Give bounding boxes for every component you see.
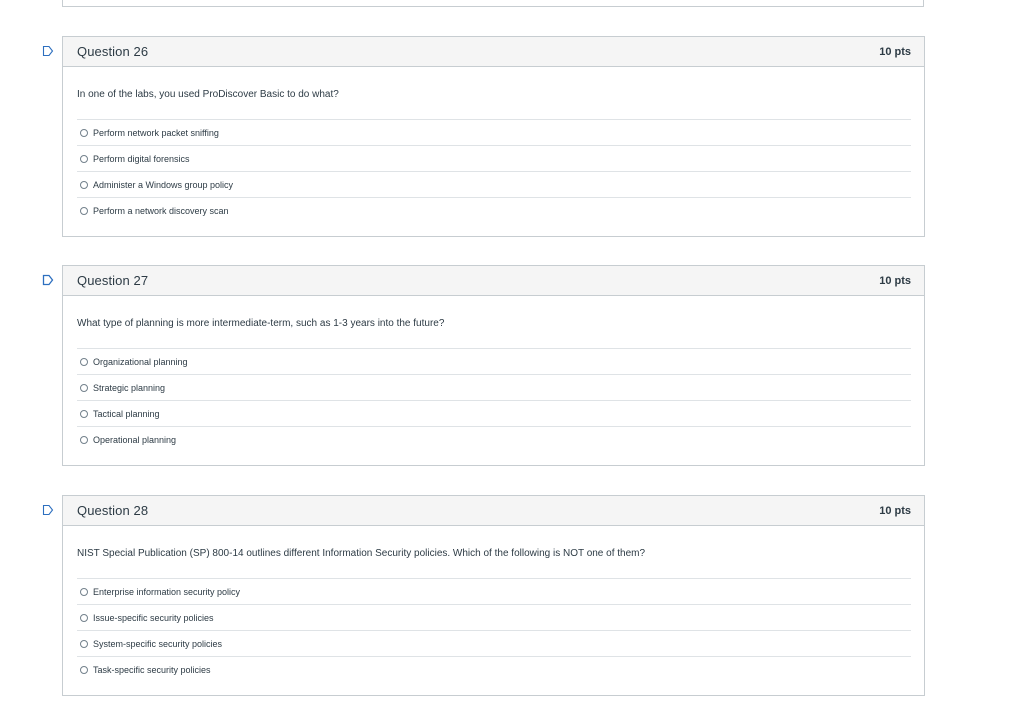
- answer-option[interactable]: Operational planning: [77, 426, 911, 452]
- question-header: Question 28 10 pts: [63, 496, 924, 526]
- answer-label: Strategic planning: [93, 382, 166, 393]
- answer-option[interactable]: Tactical planning: [77, 400, 911, 426]
- radio-button[interactable]: [80, 435, 88, 444]
- answer-label: System-specific security policies: [93, 638, 223, 649]
- answer-list: Perform network packet sniffing Perform …: [77, 119, 911, 223]
- answer-option[interactable]: Organizational planning: [77, 348, 911, 374]
- answer-option[interactable]: Enterprise information security policy: [77, 578, 911, 604]
- question-header: Question 26 10 pts: [63, 37, 924, 67]
- answer-label: Enterprise information security policy: [93, 586, 241, 597]
- answer-option[interactable]: Perform network packet sniffing: [77, 119, 911, 145]
- question-card-26: Question 26 10 pts In one of the labs, y…: [42, 36, 925, 237]
- answer-option[interactable]: Administer a Windows group policy: [77, 171, 911, 197]
- answer-list: Organizational planning Strategic planni…: [77, 348, 911, 452]
- answer-label: Operational planning: [93, 434, 177, 445]
- answer-list: Enterprise information security policy I…: [77, 578, 911, 682]
- question-card-27: Question 27 10 pts What type of planning…: [42, 265, 925, 466]
- answer-label: Perform a network discovery scan: [93, 205, 229, 216]
- radio-button[interactable]: [80, 613, 88, 622]
- radio-button[interactable]: [80, 639, 88, 648]
- question-title: Question 27: [77, 273, 149, 288]
- radio-button[interactable]: [80, 206, 88, 215]
- radio-button[interactable]: [80, 180, 88, 189]
- answer-option[interactable]: Strategic planning: [77, 374, 911, 400]
- radio-button[interactable]: [80, 587, 88, 596]
- radio-button[interactable]: [80, 665, 88, 674]
- answer-option[interactable]: System-specific security policies: [77, 630, 911, 656]
- radio-button[interactable]: [80, 409, 88, 418]
- radio-button[interactable]: [80, 128, 88, 137]
- answer-label: Administer a Windows group policy: [93, 179, 234, 190]
- answer-label: Organizational planning: [93, 356, 188, 367]
- question-header: Question 27 10 pts: [63, 266, 924, 296]
- question-points: 10 pts: [879, 504, 911, 517]
- flag-question-icon[interactable]: [42, 504, 54, 516]
- radio-button[interactable]: [80, 357, 88, 366]
- question-points: 10 pts: [879, 45, 911, 58]
- question-points: 10 pts: [879, 274, 911, 287]
- question-card-28: Question 28 10 pts NIST Special Publicat…: [42, 495, 925, 696]
- radio-button[interactable]: [80, 383, 88, 392]
- answer-option[interactable]: Perform a network discovery scan: [77, 197, 911, 223]
- flag-question-icon[interactable]: [42, 274, 54, 286]
- flag-question-icon[interactable]: [42, 45, 54, 57]
- question-title: Question 26: [77, 44, 149, 59]
- answer-label: Issue-specific security policies: [93, 612, 214, 623]
- radio-button[interactable]: [80, 154, 88, 163]
- answer-option[interactable]: Issue-specific security policies: [77, 604, 911, 630]
- question-text: What type of planning is more intermedia…: [77, 318, 445, 329]
- quiz-page: Question 26 10 pts In one of the labs, y…: [0, 0, 1024, 701]
- question-text: NIST Special Publication (SP) 800-14 out…: [77, 548, 646, 559]
- answer-option[interactable]: Task-specific security policies: [77, 656, 911, 682]
- previous-question-card: [62, 0, 924, 7]
- answer-option[interactable]: Perform digital forensics: [77, 145, 911, 171]
- question-text: In one of the labs, you used ProDiscover…: [77, 89, 339, 100]
- answer-label: Tactical planning: [93, 408, 160, 419]
- question-title: Question 28: [77, 503, 149, 518]
- answer-label: Perform digital forensics: [93, 153, 190, 164]
- answer-label: Task-specific security policies: [93, 664, 211, 675]
- answer-label: Perform network packet sniffing: [93, 127, 219, 138]
